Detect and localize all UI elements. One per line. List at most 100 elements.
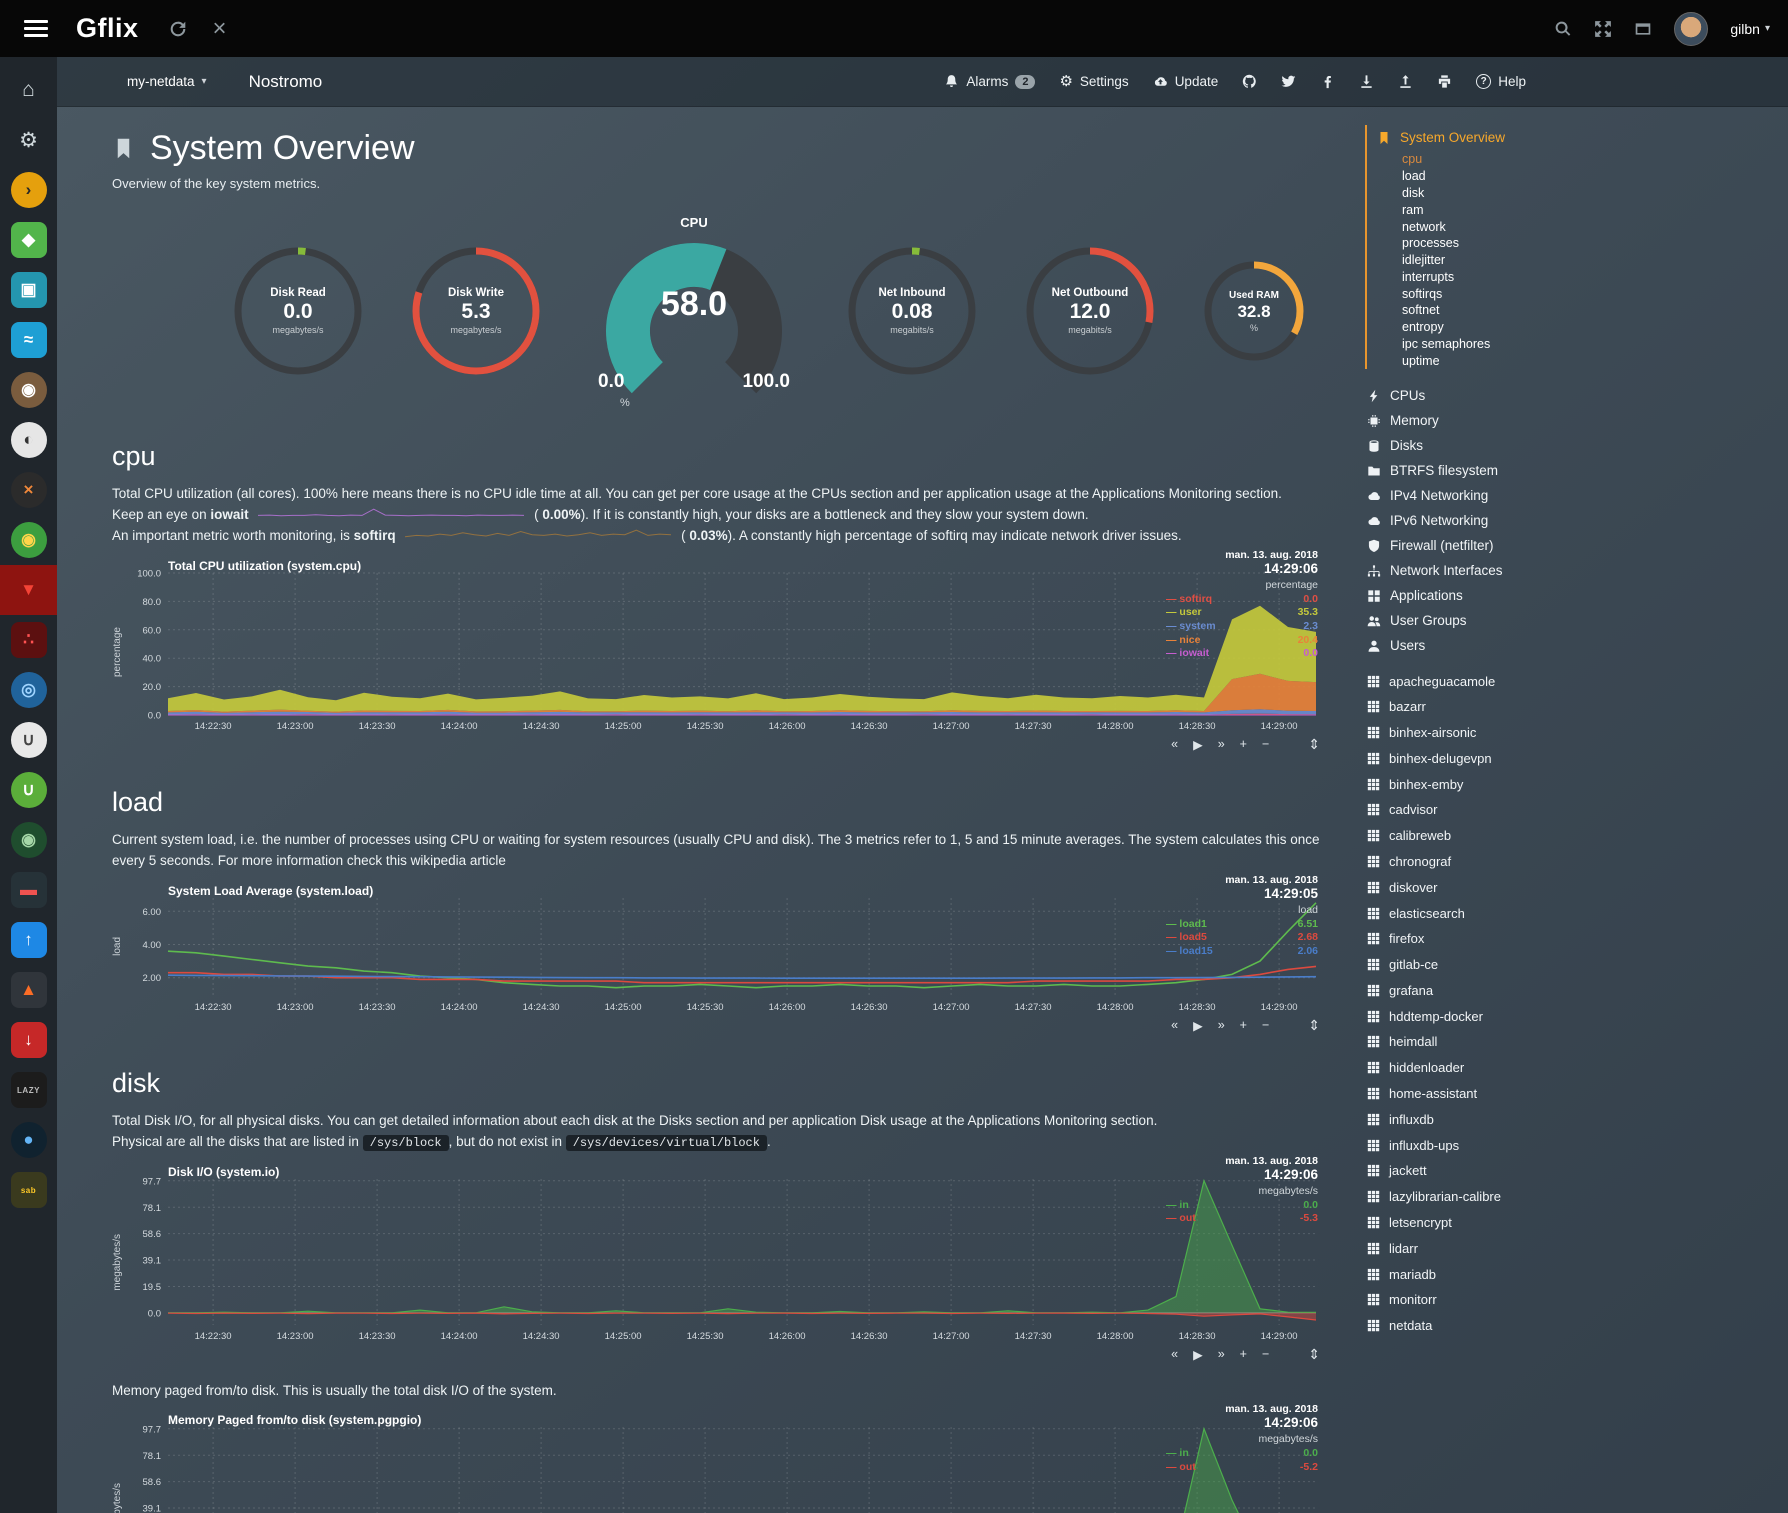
sidebar-app-webgrab[interactable]: ◉ [0, 815, 57, 865]
nav-memory[interactable]: Memory [1367, 408, 1780, 433]
sidebar-app-organizr[interactable]: × [0, 465, 57, 515]
settings-button[interactable]: ⚙ Settings [1059, 74, 1128, 89]
play-icon[interactable]: ▶ [1193, 737, 1203, 752]
forward-icon[interactable]: » [1218, 1347, 1225, 1361]
nav-btrfs-filesystem[interactable]: BTRFS filesystem [1367, 458, 1780, 483]
nav-cpus[interactable]: CPUs [1367, 383, 1780, 408]
nav-users[interactable]: Users [1367, 633, 1780, 658]
forward-icon[interactable]: » [1218, 1018, 1225, 1032]
legend-dimension-load5[interactable]: — load52.68 [1166, 931, 1318, 945]
play-icon[interactable]: ▶ [1193, 1018, 1203, 1033]
nav-uptime[interactable]: uptime [1377, 352, 1780, 369]
nav-container-jackett[interactable]: jackett [1367, 1158, 1780, 1184]
zoom-out-icon[interactable]: − [1262, 1018, 1269, 1032]
nav-firewall-netfilter[interactable]: Firewall (netfilter) [1367, 533, 1780, 558]
nav-container-binhex-emby[interactable]: binhex-emby [1367, 771, 1780, 797]
chart-plot-area[interactable]: 14:22:3014:23:0014:23:3014:24:0014:24:30… [112, 563, 1322, 735]
nav-ipv4-networking[interactable]: IPv4 Networking [1367, 483, 1780, 508]
refresh-icon[interactable] [169, 20, 187, 38]
sidebar-app-unraid[interactable]: ∪ [0, 715, 57, 765]
fullscreen-icon[interactable] [1594, 20, 1612, 38]
nav-cpu[interactable]: cpu [1377, 151, 1780, 168]
sidebar-app-sabnzbd[interactable]: sab [0, 1165, 57, 1215]
rewind-icon[interactable]: « [1171, 1347, 1178, 1361]
zoom-out-icon[interactable]: − [1262, 1347, 1269, 1361]
nav-container-cadvisor[interactable]: cadvisor [1367, 797, 1780, 823]
sidebar-app-downloader[interactable]: ↓ [0, 1015, 57, 1065]
sidebar-app-emby[interactable]: ◆ [0, 215, 57, 265]
forward-icon[interactable]: » [1218, 737, 1225, 751]
sidebar-app-jackett[interactable]: ◉ [0, 365, 57, 415]
legend-dimension-softirq[interactable]: — softirq0.0 [1166, 593, 1318, 607]
search-icon[interactable] [1554, 20, 1572, 38]
server-dropdown[interactable]: my-netdata ▾ [127, 74, 207, 89]
resize-icon[interactable]: ⇕ [1308, 1017, 1320, 1034]
nav-container-heimdall[interactable]: heimdall [1367, 1029, 1780, 1055]
sidebar-app-airsonic[interactable]: ≈ [0, 315, 57, 365]
legend-dimension-iowait[interactable]: — iowait0.0 [1166, 647, 1318, 661]
sidebar-app-utorrent[interactable]: ∪ [0, 765, 57, 815]
sidebar-app-settings[interactable]: ⚙ [0, 115, 57, 165]
nav-applications[interactable]: Applications [1367, 583, 1780, 608]
zoom-in-icon[interactable]: + [1240, 737, 1247, 751]
nav-processes[interactable]: processes [1377, 235, 1780, 252]
resize-icon[interactable]: ⇕ [1308, 736, 1320, 753]
nav-container-binhex-airsonic[interactable]: binhex-airsonic [1367, 720, 1780, 746]
sidebar-app-radarr[interactable]: ◐ [0, 415, 57, 465]
sidebar-app-netdata[interactable]: ▼ [0, 565, 57, 615]
close-icon[interactable]: × [213, 17, 227, 41]
sidebar-app-krusader[interactable]: ∴ [0, 615, 57, 665]
nav-container-calibreweb[interactable]: calibreweb [1367, 823, 1780, 849]
nav-container-gitlab-ce[interactable]: gitlab-ce [1367, 952, 1780, 978]
download-icon[interactable] [1359, 74, 1374, 89]
resize-icon[interactable]: ⇕ [1308, 1346, 1320, 1363]
nav-container-elasticsearch[interactable]: elasticsearch [1367, 900, 1780, 926]
nav-container-bazarr[interactable]: bazarr [1367, 694, 1780, 720]
nav-container-netdata[interactable]: netdata [1367, 1313, 1780, 1339]
nav-user-groups[interactable]: User Groups [1367, 608, 1780, 633]
user-menu[interactable]: gilbn ▾ [1730, 21, 1770, 37]
nav-container-diskover[interactable]: diskover [1367, 874, 1780, 900]
legend-dimension-nice[interactable]: — nice20.4 [1166, 634, 1318, 648]
nav-container-hiddenloader[interactable]: hiddenloader [1367, 1055, 1780, 1081]
sidebar-app-traffic[interactable]: ▬ [0, 865, 57, 915]
sidebar-app-plex[interactable]: › [0, 165, 57, 215]
nav-container-apacheguacamole[interactable]: apacheguacamole [1367, 668, 1780, 694]
chart-plot-area[interactable]: 14:22:3014:23:0014:23:3014:24:0014:24:30… [112, 888, 1322, 1016]
twitter-icon[interactable] [1281, 74, 1296, 89]
zoom-in-icon[interactable]: + [1240, 1018, 1247, 1032]
nav-container-chronograf[interactable]: chronograf [1367, 849, 1780, 875]
nav-container-influxdb[interactable]: influxdb [1367, 1106, 1780, 1132]
avatar[interactable] [1674, 12, 1708, 46]
nav-container-influxdb-ups[interactable]: influxdb-ups [1367, 1132, 1780, 1158]
legend-dimension-load1[interactable]: — load16.51 [1166, 918, 1318, 932]
nav-disk[interactable]: disk [1377, 185, 1780, 202]
facebook-icon[interactable] [1320, 74, 1335, 89]
sidebar-app-deluge[interactable]: ◎ [0, 665, 57, 715]
alarms-button[interactable]: Alarms 2 [944, 74, 1035, 89]
nav-ram[interactable]: ram [1377, 201, 1780, 218]
rewind-icon[interactable]: « [1171, 737, 1178, 751]
nav-ipc-semaphores[interactable]: ipc semaphores [1377, 336, 1780, 353]
help-button[interactable]: ? Help [1476, 74, 1526, 89]
chart-plot-area[interactable]: 14:22:3014:23:0014:23:3014:24:0014:24:30… [112, 1417, 1322, 1513]
sidebar-app-filebrowser[interactable]: ↑ [0, 915, 57, 965]
windows-icon[interactable] [1634, 20, 1652, 38]
nav-load[interactable]: load [1377, 168, 1780, 185]
nav-container-firefox[interactable]: firefox [1367, 926, 1780, 952]
legend-dimension-system[interactable]: — system2.3 [1166, 620, 1318, 634]
rewind-icon[interactable]: « [1171, 1018, 1178, 1032]
nav-ipv6-networking[interactable]: IPv6 Networking [1367, 508, 1780, 533]
nav-network[interactable]: network [1377, 218, 1780, 235]
sidebar-app-tautulli[interactable]: ◉ [0, 515, 57, 565]
zoom-in-icon[interactable]: + [1240, 1347, 1247, 1361]
nav-idlejitter[interactable]: idlejitter [1377, 252, 1780, 269]
nav-container-home-assistant[interactable]: home-assistant [1367, 1081, 1780, 1107]
sidebar-app-nextcloud[interactable]: ● [0, 1115, 57, 1165]
legend-dimension-load15[interactable]: — load152.06 [1166, 945, 1318, 959]
nav-softirqs[interactable]: softirqs [1377, 285, 1780, 302]
github-icon[interactable] [1242, 74, 1257, 89]
legend-dimension-in[interactable]: — in0.0 [1166, 1199, 1318, 1213]
nav-container-mariadb[interactable]: mariadb [1367, 1261, 1780, 1287]
nav-container-lidarr[interactable]: lidarr [1367, 1235, 1780, 1261]
